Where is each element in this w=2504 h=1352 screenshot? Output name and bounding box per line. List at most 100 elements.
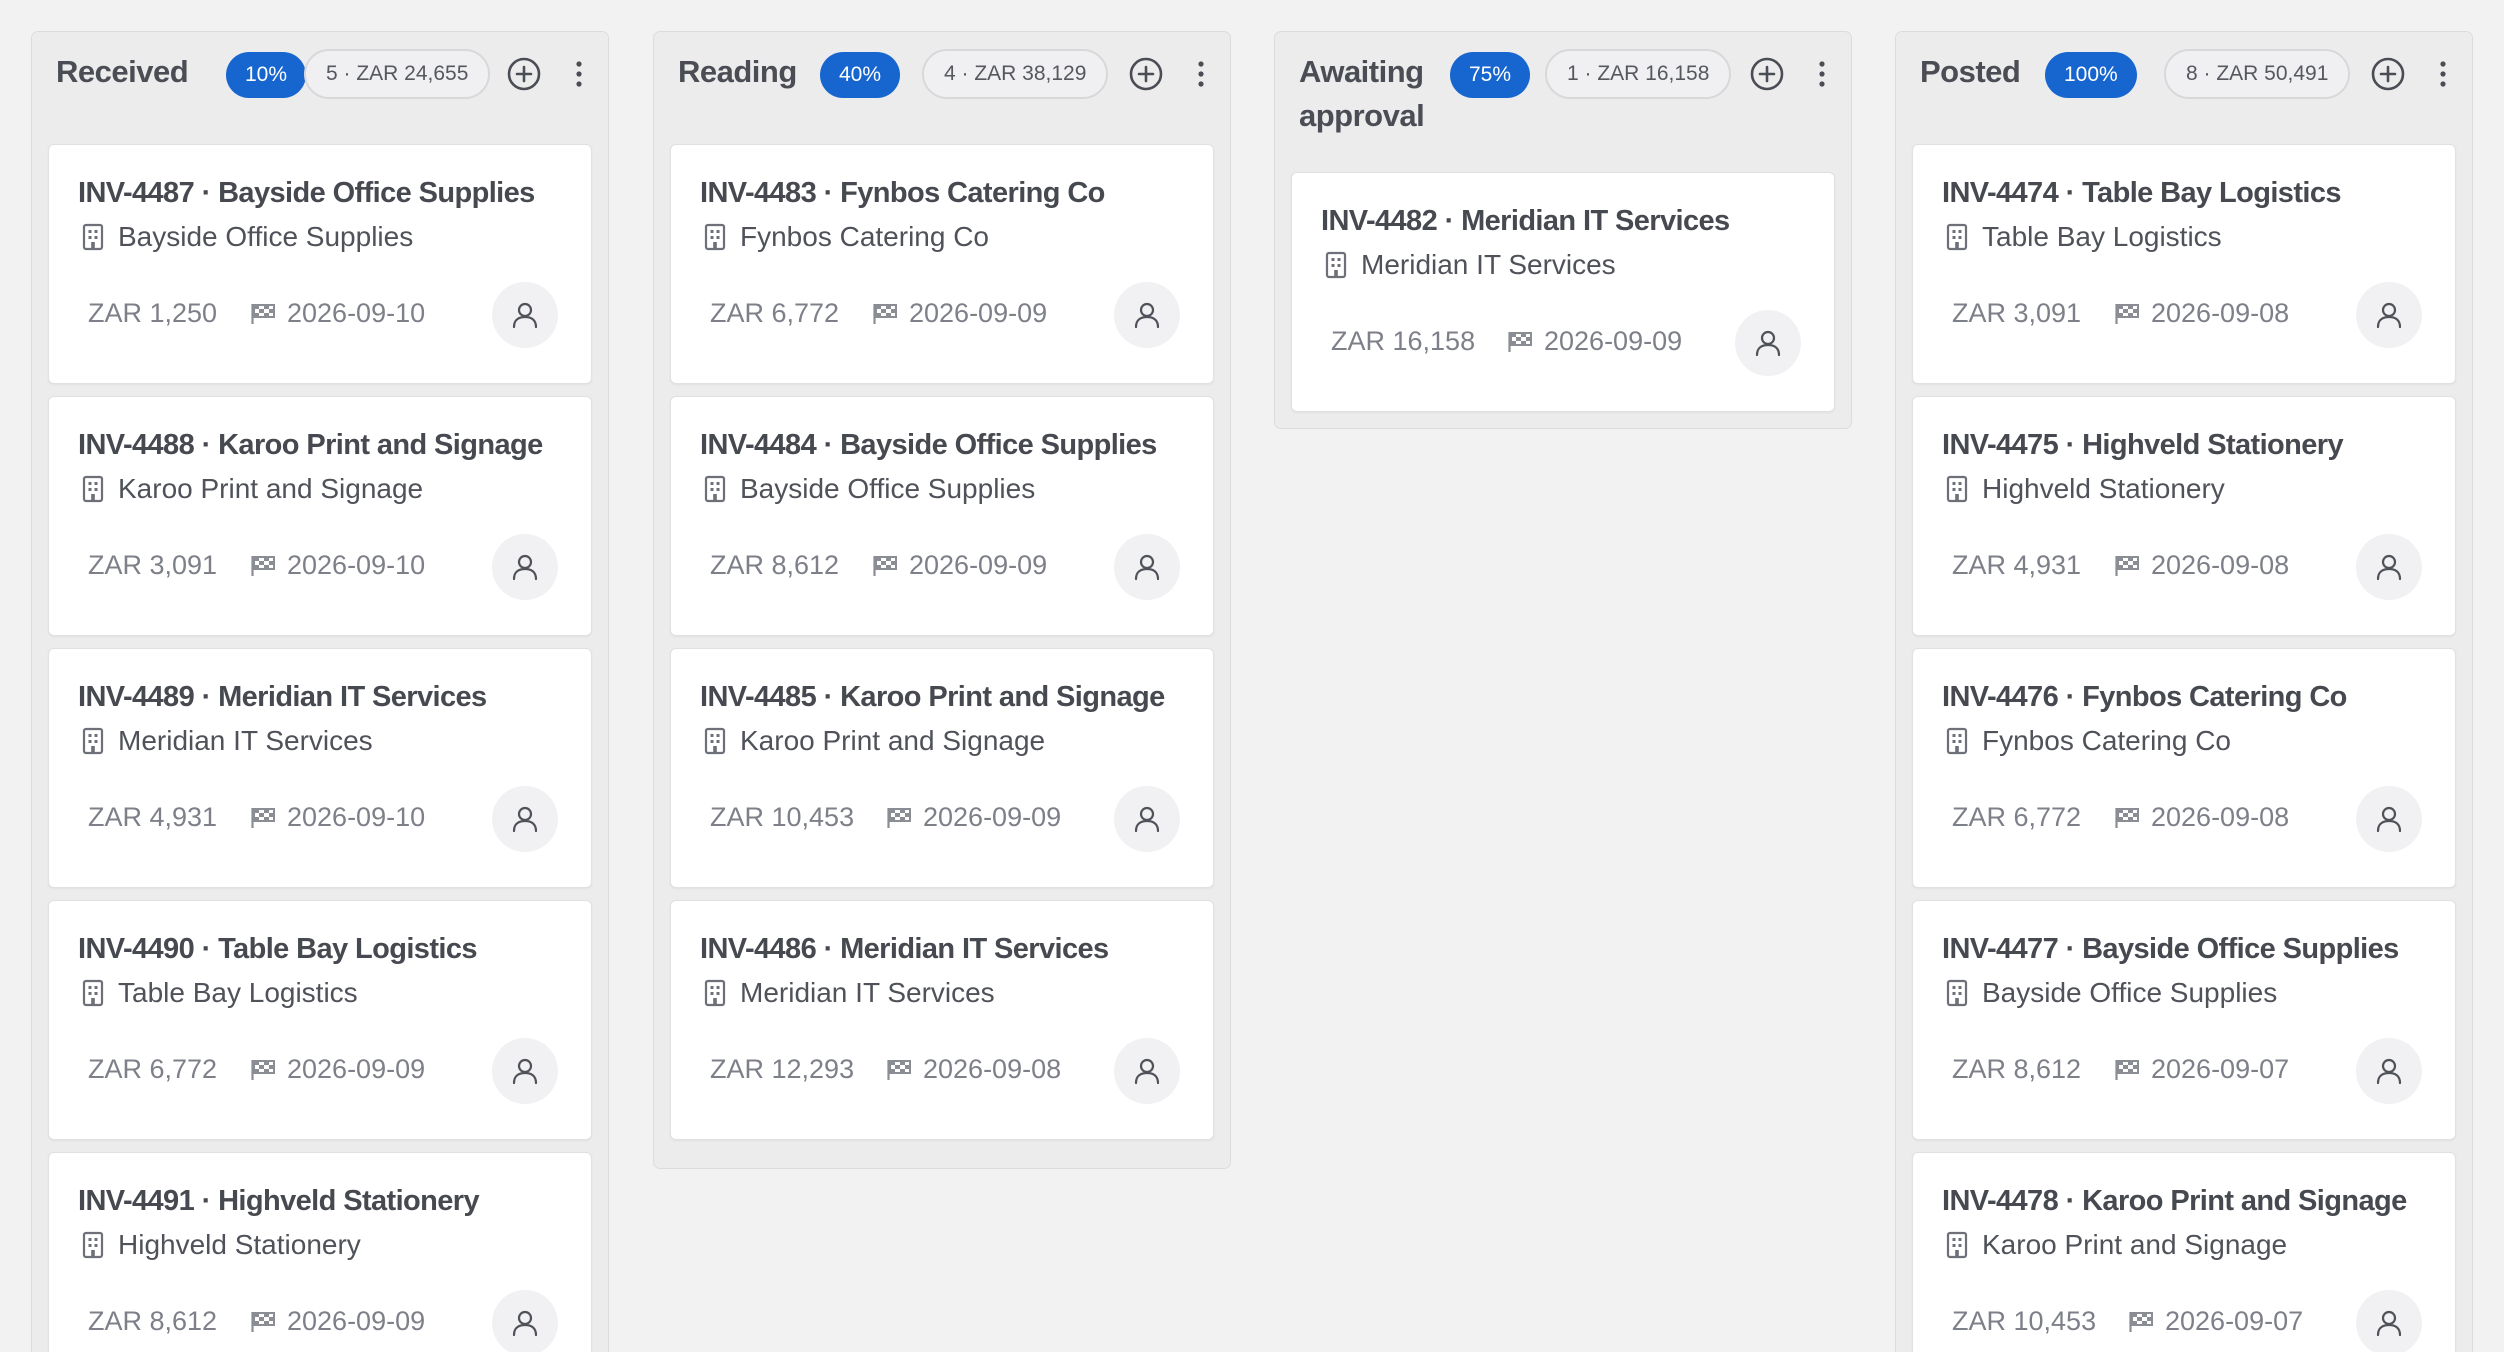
- assignee-avatar[interactable]: [2356, 282, 2422, 348]
- column-summary-chip: 5 · ZAR 24,655: [304, 49, 491, 99]
- flag-icon: [2114, 555, 2140, 577]
- vendor-row: Meridian IT Services: [704, 977, 995, 1009]
- assignee-avatar[interactable]: [492, 534, 558, 600]
- card-title: INV-4488 · Karoo Print and Signage: [78, 429, 543, 461]
- vendor-name: Highveld Stationery: [1982, 473, 2225, 504]
- building-icon: [82, 475, 104, 503]
- card-title: INV-4486 · Meridian IT Services: [700, 933, 1109, 965]
- invoice-card[interactable]: INV-4487 · Bayside Office Supplies Baysi…: [48, 144, 592, 384]
- vendor-name: Highveld Stationery: [118, 1229, 361, 1260]
- vendor-name: Table Bay Logistics: [118, 977, 358, 1008]
- user-icon: [509, 299, 541, 331]
- assignee-avatar[interactable]: [492, 1290, 558, 1352]
- due-date-text: 2026-09-10: [287, 550, 426, 580]
- assignee-avatar[interactable]: [492, 282, 558, 348]
- card-title: INV-4478 · Karoo Print and Signage: [1942, 1185, 2407, 1217]
- due-date-text: 2026-09-08: [2151, 550, 2290, 580]
- assignee-avatar[interactable]: [1735, 310, 1801, 376]
- card-title: INV-4476 · Fynbos Catering Co: [1942, 681, 2347, 713]
- vendor-row: Karoo Print and Signage: [1946, 1229, 2287, 1261]
- invoice-card[interactable]: INV-4482 · Meridian IT Services Meridian…: [1291, 172, 1835, 412]
- vendor-row: Bayside Office Supplies: [1946, 977, 2277, 1009]
- flag-icon: [872, 555, 898, 577]
- add-card-button[interactable]: [2368, 54, 2408, 94]
- invoice-amount: ZAR 4,931: [88, 802, 218, 832]
- card-title: INV-4484 · Bayside Office Supplies: [700, 429, 1157, 461]
- assignee-avatar[interactable]: [492, 786, 558, 852]
- add-card-button[interactable]: [1126, 54, 1166, 94]
- building-icon: [1325, 251, 1347, 279]
- invoice-amount: ZAR 10,453: [1952, 1306, 2097, 1336]
- flag-icon: [2128, 1311, 2154, 1333]
- vendor-name: Bayside Office Supplies: [1982, 977, 2278, 1008]
- due-date: 2026-09-07: [2128, 1306, 2303, 1337]
- invoice-card[interactable]: INV-4477 · Bayside Office Supplies Baysi…: [1912, 900, 2456, 1140]
- invoice-amount: ZAR 1,250: [88, 298, 218, 328]
- vendor-name: Bayside Office Supplies: [118, 221, 414, 252]
- flag-icon: [872, 303, 898, 325]
- user-icon: [1131, 803, 1163, 835]
- building-icon: [1946, 223, 1968, 251]
- user-icon: [509, 1055, 541, 1087]
- building-icon: [704, 475, 726, 503]
- add-card-button[interactable]: [1747, 54, 1787, 94]
- assignee-avatar[interactable]: [1114, 282, 1180, 348]
- column-header: Received 10% 5 · ZAR 24,655: [48, 32, 592, 144]
- assignee-avatar[interactable]: [2356, 786, 2422, 852]
- column-header: Awaiting approval 75% 1 · ZAR 16,158: [1291, 32, 1835, 172]
- vendor-row: Highveld Stationery: [1946, 473, 2225, 505]
- vendor-name: Meridian IT Services: [1361, 249, 1616, 280]
- invoice-amount: ZAR 8,612: [88, 1306, 218, 1336]
- invoice-card[interactable]: INV-4483 · Fynbos Catering Co Fynbos Cat…: [670, 144, 1214, 384]
- flag-icon: [250, 1311, 276, 1333]
- assignee-avatar[interactable]: [2356, 534, 2422, 600]
- invoice-card[interactable]: INV-4476 · Fynbos Catering Co Fynbos Cat…: [1912, 648, 2456, 888]
- column-menu-button[interactable]: [1181, 54, 1221, 94]
- invoice-amount: ZAR 3,091: [88, 550, 218, 580]
- invoice-card[interactable]: INV-4486 · Meridian IT Services Meridian…: [670, 900, 1214, 1140]
- invoice-amount: ZAR 3,091: [1952, 298, 2082, 328]
- due-date-text: 2026-09-09: [923, 802, 1062, 832]
- plus-circle-icon: [1749, 56, 1785, 92]
- column-header: Posted 100% 8 · ZAR 50,491: [1912, 32, 2456, 144]
- building-icon: [1946, 979, 1968, 1007]
- progress-badge: 40%: [820, 52, 901, 98]
- vendor-name: Karoo Print and Signage: [118, 473, 424, 504]
- assignee-avatar[interactable]: [1114, 786, 1180, 852]
- card-title: INV-4489 · Meridian IT Services: [78, 681, 487, 713]
- invoice-card[interactable]: INV-4474 · Table Bay Logistics Table Bay…: [1912, 144, 2456, 384]
- progress-badge: 10%: [226, 52, 307, 98]
- column-menu-button[interactable]: [559, 54, 599, 94]
- column-summary-chip: 4 · ZAR 38,129: [922, 49, 1109, 99]
- invoice-card[interactable]: INV-4491 · Highveld Stationery Highveld …: [48, 1152, 592, 1352]
- column-menu-button[interactable]: [1802, 54, 1842, 94]
- due-date: 2026-09-10: [250, 550, 425, 581]
- invoice-card[interactable]: INV-4475 · Highveld Stationery Highveld …: [1912, 396, 2456, 636]
- invoice-card[interactable]: INV-4478 · Karoo Print and Signage Karoo…: [1912, 1152, 2456, 1352]
- card-title: INV-4475 · Highveld Stationery: [1942, 429, 2344, 461]
- invoice-card[interactable]: INV-4485 · Karoo Print and Signage Karoo…: [670, 648, 1214, 888]
- column-header: Reading 40% 4 · ZAR 38,129: [670, 32, 1214, 144]
- assignee-avatar[interactable]: [2356, 1290, 2422, 1352]
- invoice-card[interactable]: INV-4488 · Karoo Print and Signage Karoo…: [48, 396, 592, 636]
- assignee-avatar[interactable]: [1114, 1038, 1180, 1104]
- due-date-text: 2026-09-08: [923, 1054, 1062, 1084]
- add-card-button[interactable]: [504, 54, 544, 94]
- invoice-card[interactable]: INV-4484 · Bayside Office Supplies Baysi…: [670, 396, 1214, 636]
- assignee-avatar[interactable]: [1114, 534, 1180, 600]
- vendor-name: Karoo Print and Signage: [740, 725, 1046, 756]
- vendor-row: Karoo Print and Signage: [704, 725, 1045, 757]
- due-date: 2026-09-08: [2114, 550, 2289, 581]
- user-icon: [2373, 1307, 2405, 1339]
- column-summary-chip: 1 · ZAR 16,158: [1545, 49, 1732, 99]
- vendor-row: Table Bay Logistics: [82, 977, 358, 1009]
- vendor-name: Bayside Office Supplies: [740, 473, 1036, 504]
- invoice-card[interactable]: INV-4489 · Meridian IT Services Meridian…: [48, 648, 592, 888]
- column-title: Reading: [678, 54, 797, 89]
- assignee-avatar[interactable]: [2356, 1038, 2422, 1104]
- assignee-avatar[interactable]: [492, 1038, 558, 1104]
- due-date-text: 2026-09-10: [287, 298, 426, 328]
- invoice-card[interactable]: INV-4490 · Table Bay Logistics Table Bay…: [48, 900, 592, 1140]
- user-icon: [509, 803, 541, 835]
- column-menu-button[interactable]: [2423, 54, 2463, 94]
